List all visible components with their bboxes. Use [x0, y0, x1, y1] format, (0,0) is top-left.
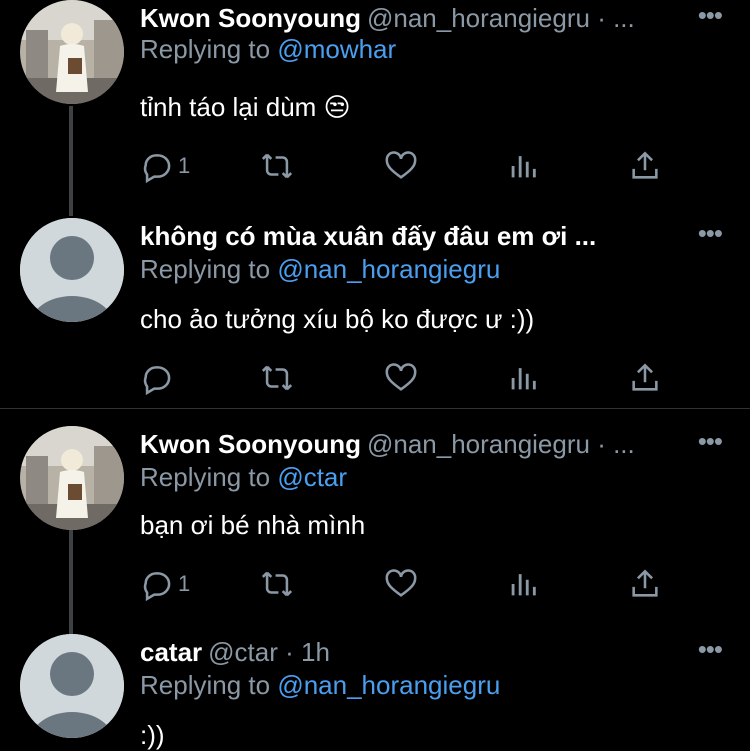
mention-link[interactable]: @nan_horangiegru	[277, 254, 500, 284]
tweet-text: cho ảo tưởng xíu bộ ko được ư :))	[140, 304, 535, 334]
avatar[interactable]	[20, 634, 124, 738]
more-icon[interactable]: •••	[698, 0, 723, 31]
like-icon	[385, 151, 417, 179]
reply-button[interactable]: 1	[140, 146, 190, 186]
display-name[interactable]: Kwon Soonyoung	[140, 3, 361, 33]
analytics-button[interactable]	[506, 564, 540, 604]
replying-to-label: Replying to	[140, 670, 278, 700]
replying-to: Replying to @nan_horangiegru	[140, 670, 500, 701]
retweet-button[interactable]	[260, 146, 294, 186]
like-icon	[385, 363, 417, 391]
reply-count: 1	[178, 153, 191, 178]
mention-link[interactable]: @mowhar	[277, 34, 396, 64]
more-icon[interactable]: •••	[698, 634, 723, 665]
share-button[interactable]	[628, 564, 662, 604]
retweet-icon	[261, 365, 293, 391]
retweet-button[interactable]	[260, 358, 294, 398]
tweet[interactable]: catar @ctar · 1h ••• Replying to @nan_hor…	[0, 634, 750, 750]
tweet-text: tỉnh táo lại dùm 😒	[140, 92, 351, 122]
tweet-actions: 1	[140, 564, 700, 604]
retweet-icon	[261, 153, 293, 179]
analytics-icon	[511, 156, 536, 178]
avatar[interactable]	[20, 218, 124, 322]
avatar[interactable]	[20, 0, 124, 104]
avatar[interactable]	[20, 426, 124, 530]
tweet-actions: 1	[140, 146, 700, 186]
analytics-icon	[511, 368, 536, 390]
tweet[interactable]: Kwon Soonyoung @nan_horangiegru · ... •••…	[0, 0, 750, 200]
mention-link[interactable]: @nan_horangiegru	[277, 670, 500, 700]
replying-to: Replying to @ctar	[140, 462, 347, 493]
analytics-button[interactable]	[506, 358, 540, 398]
retweet-button[interactable]	[260, 564, 294, 604]
reply-button[interactable]: 1	[140, 564, 190, 604]
reply-icon	[143, 572, 171, 601]
reply-icon	[143, 366, 171, 395]
retweet-icon	[261, 571, 293, 597]
reply-count: 1	[178, 571, 191, 596]
share-icon	[632, 569, 658, 597]
handle[interactable]: @ctar · 1h	[208, 637, 330, 667]
handle[interactable]: @nan_horangiegru · ...	[367, 429, 635, 459]
replying-to: Replying to @nan_horangiegru	[140, 254, 500, 285]
like-button[interactable]	[384, 564, 418, 604]
more-icon[interactable]: •••	[698, 218, 723, 249]
display-name[interactable]: không có mùa xuân đấy đâu em ơi ...	[140, 221, 596, 251]
share-icon	[632, 151, 658, 179]
more-icon[interactable]: •••	[698, 426, 723, 457]
reply-button[interactable]	[140, 358, 178, 398]
display-name[interactable]: catar	[140, 637, 202, 667]
tweet[interactable]: không có mùa xuân đấy đâu em ơi ... ••• …	[0, 218, 750, 408]
like-button[interactable]	[384, 146, 418, 186]
like-button[interactable]	[384, 358, 418, 398]
reply-icon	[143, 154, 171, 183]
replying-to: Replying to @mowhar	[140, 34, 396, 65]
mention-link[interactable]: @ctar	[277, 462, 347, 492]
handle[interactable]: @nan_horangiegru · ...	[367, 3, 635, 33]
share-button[interactable]	[628, 358, 662, 398]
replying-to-label: Replying to	[140, 34, 278, 64]
replying-to-label: Replying to	[140, 254, 278, 284]
tweet-actions	[140, 358, 700, 398]
analytics-icon	[511, 574, 536, 596]
share-button[interactable]	[628, 146, 662, 186]
analytics-button[interactable]	[506, 146, 540, 186]
tweet-text: bạn ơi bé nhà mình	[140, 510, 366, 540]
divider	[0, 408, 750, 409]
like-icon	[385, 569, 417, 597]
tweet-text: :))	[140, 720, 165, 750]
tweet[interactable]: Kwon Soonyoung @nan_horangiegru · ... •••…	[0, 426, 750, 616]
replying-to-label: Replying to	[140, 462, 278, 492]
display-name[interactable]: Kwon Soonyoung	[140, 429, 361, 459]
share-icon	[632, 363, 658, 391]
